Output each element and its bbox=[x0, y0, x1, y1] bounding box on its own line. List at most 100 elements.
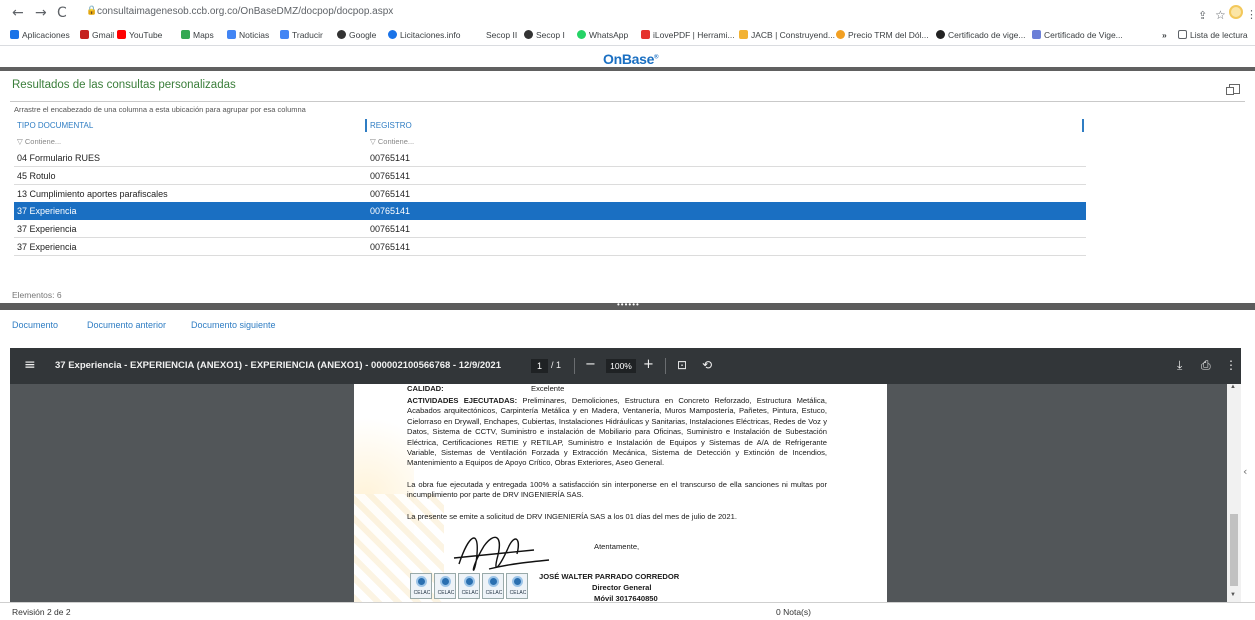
bookmark-ilovepdf[interactable]: iLovePDF | Herrami... bbox=[641, 30, 735, 40]
table-row[interactable]: 37 Experiencia 00765141 bbox=[14, 220, 1086, 238]
bookmark-jacb[interactable]: JACB | Construyend... bbox=[739, 30, 835, 40]
kebab-menu-icon[interactable]: ⋮ bbox=[1246, 5, 1255, 25]
browser-address-bar: ← → C 🔒 consultaimagenesob.ccb.org.co/On… bbox=[0, 0, 1255, 26]
bookmark-precio-trm[interactable]: Precio TRM del Dól... bbox=[836, 30, 929, 40]
cell-registro: 00765141 bbox=[370, 206, 411, 216]
bookmark-secop-i[interactable]: Secop I bbox=[524, 30, 565, 40]
cell-registro: 00765141 bbox=[370, 242, 411, 252]
filter-tipo-documental[interactable]: ▽ Contiene... bbox=[17, 137, 61, 146]
jacb-icon bbox=[739, 30, 748, 39]
youtube-icon bbox=[117, 30, 126, 39]
group-by-hint: Arrastre el encabezado de una columna a … bbox=[14, 105, 306, 114]
page-number-input[interactable]: 1 bbox=[531, 359, 548, 373]
bookmark-maps[interactable]: Maps bbox=[181, 30, 214, 40]
paragraph-satisfaccion: La obra fue ejecutada y entregada 100% a… bbox=[407, 480, 827, 500]
more-options-icon[interactable]: ⋮ bbox=[1225, 356, 1237, 374]
bookmark-whatsapp[interactable]: WhatsApp bbox=[577, 30, 628, 40]
closing: Atentamente, bbox=[594, 542, 640, 551]
bookmark-gmail[interactable]: Gmail bbox=[80, 30, 114, 40]
calidad-line: CALIDAD: Excelente bbox=[407, 384, 565, 393]
fit-page-icon[interactable]: ⊡ bbox=[677, 356, 687, 374]
column-resize-handle[interactable] bbox=[365, 119, 367, 132]
zoom-out-icon[interactable]: − bbox=[585, 356, 596, 374]
download-icon[interactable]: ⤓ bbox=[1177, 356, 1182, 374]
filter-registro[interactable]: ▽ Contiene... bbox=[370, 137, 414, 146]
cell-registro: 00765141 bbox=[370, 189, 411, 199]
url-field[interactable]: consultaimagenesob.ccb.org.co/OnBaseDMZ/… bbox=[97, 6, 393, 17]
profile-avatar[interactable] bbox=[1229, 5, 1243, 19]
table-row[interactable]: 45 Rotulo 00765141 bbox=[14, 167, 1086, 185]
table-row[interactable]: 37 Experiencia 00765141 bbox=[14, 238, 1086, 256]
signer-title: Director General bbox=[592, 583, 652, 592]
reading-list[interactable]: Lista de lectura bbox=[1178, 30, 1248, 40]
restore-window-icon[interactable] bbox=[1226, 84, 1240, 95]
celac-logo: CELAC bbox=[410, 573, 432, 599]
rotate-icon[interactable]: ⟲ bbox=[702, 356, 712, 374]
celac-emblem-icon bbox=[488, 576, 499, 587]
notes-count[interactable]: 0 Nota(s) bbox=[776, 607, 811, 617]
table-row[interactable]: 04 Formulario RUES 00765141 bbox=[14, 149, 1086, 167]
column-header-tipo-documental[interactable]: TIPO DOCUMENTAL bbox=[17, 121, 93, 130]
print-icon[interactable]: ⎙ bbox=[1201, 356, 1211, 374]
actividades-paragraph: ACTIVIDADES EJECUTADAS: Preliminares, De… bbox=[407, 396, 827, 468]
google-icon bbox=[337, 30, 346, 39]
celac-logo: CELAC bbox=[434, 573, 456, 599]
whatsapp-icon bbox=[577, 30, 586, 39]
filter-icon: ▽ bbox=[17, 137, 25, 146]
reading-list-icon bbox=[1178, 30, 1187, 39]
scroll-down-icon[interactable]: ▼ bbox=[1230, 592, 1236, 598]
bookmark-certificado-2[interactable]: Certificado de Vige... bbox=[1032, 30, 1123, 40]
previous-document-link[interactable]: Documento anterior bbox=[87, 320, 166, 330]
bookmark-noticias[interactable]: Noticias bbox=[227, 30, 269, 40]
cell-tipo: 37 Experiencia bbox=[17, 242, 77, 252]
bookmark-licitaciones[interactable]: Licitaciones.info bbox=[388, 30, 460, 40]
news-icon bbox=[227, 30, 236, 39]
pdf-toolbar: ≡ 37 Experiencia - EXPERIENCIA (ANEXO1) … bbox=[10, 348, 1241, 384]
status-footer: Revisión 2 de 2 0 Nota(s) bbox=[0, 602, 1255, 620]
onbase-header: OnBase® bbox=[0, 47, 1255, 71]
scroll-up-icon[interactable]: ▲ bbox=[1230, 384, 1236, 390]
cell-registro: 00765141 bbox=[370, 224, 411, 234]
reload-icon[interactable]: C bbox=[57, 3, 67, 23]
forward-arrow-icon[interactable]: → bbox=[35, 3, 47, 23]
cell-tipo: 37 Experiencia bbox=[17, 224, 77, 234]
zoom-input[interactable]: 100% bbox=[606, 359, 636, 373]
bookmarks-overflow[interactable]: » bbox=[1162, 30, 1167, 40]
star-icon[interactable]: ☆ bbox=[1215, 5, 1226, 25]
elements-count: Elementos: 6 bbox=[12, 290, 62, 300]
bookmarks-bar: Aplicaciones Gmail YouTube Maps Noticias… bbox=[0, 26, 1255, 46]
next-document-link[interactable]: Documento siguiente bbox=[191, 320, 276, 330]
pdf-scrollbar[interactable]: ▲ ▼ bbox=[1227, 384, 1241, 602]
cell-registro: 00765141 bbox=[370, 153, 411, 163]
table-row-selected[interactable]: 37 Experiencia 00765141 bbox=[14, 202, 1086, 220]
lock-icon[interactable]: 🔒 bbox=[86, 6, 97, 16]
ilovepdf-icon bbox=[641, 30, 650, 39]
column-header-registro[interactable]: REGISTRO bbox=[370, 121, 412, 130]
zoom-in-icon[interactable]: + bbox=[643, 356, 654, 374]
bookmark-traducir[interactable]: Traducir bbox=[280, 30, 323, 40]
back-arrow-icon[interactable]: ← bbox=[12, 3, 24, 23]
trm-icon bbox=[836, 30, 845, 39]
column-resize-handle[interactable] bbox=[1082, 119, 1084, 132]
celac-emblem-icon bbox=[512, 576, 523, 587]
cell-tipo: 13 Cumplimiento aportes parafiscales bbox=[17, 189, 168, 199]
pdf-page: CALIDAD: Excelente ACTIVIDADES EJECUTADA… bbox=[354, 384, 887, 602]
celac-logo: CELAC bbox=[506, 573, 528, 599]
table-row[interactable]: 13 Cumplimiento aportes parafiscales 007… bbox=[14, 185, 1086, 203]
bookmark-apps[interactable]: Aplicaciones bbox=[10, 30, 70, 40]
menu-icon[interactable]: ≡ bbox=[24, 357, 36, 373]
scrollbar-thumb[interactable] bbox=[1230, 514, 1238, 586]
secop-icon bbox=[524, 30, 533, 39]
bookmark-secop-ii[interactable]: Secop II bbox=[486, 30, 517, 40]
bookmark-certificado-1[interactable]: Certificado de vige... bbox=[936, 30, 1025, 40]
document-link[interactable]: Documento bbox=[12, 320, 58, 330]
chevron-left-icon[interactable]: ‹ bbox=[1243, 465, 1247, 478]
bookmark-youtube[interactable]: YouTube bbox=[117, 30, 162, 40]
bookmark-google[interactable]: Google bbox=[337, 30, 376, 40]
maps-icon bbox=[181, 30, 190, 39]
certificate-icon bbox=[936, 30, 945, 39]
results-title: Resultados de las consultas personalizad… bbox=[12, 79, 236, 91]
signer-phone: Móvil 3017640850 bbox=[594, 594, 658, 602]
splitter-grip-icon[interactable]: •••••• bbox=[617, 301, 640, 309]
share-icon[interactable]: ⇪ bbox=[1198, 6, 1207, 26]
